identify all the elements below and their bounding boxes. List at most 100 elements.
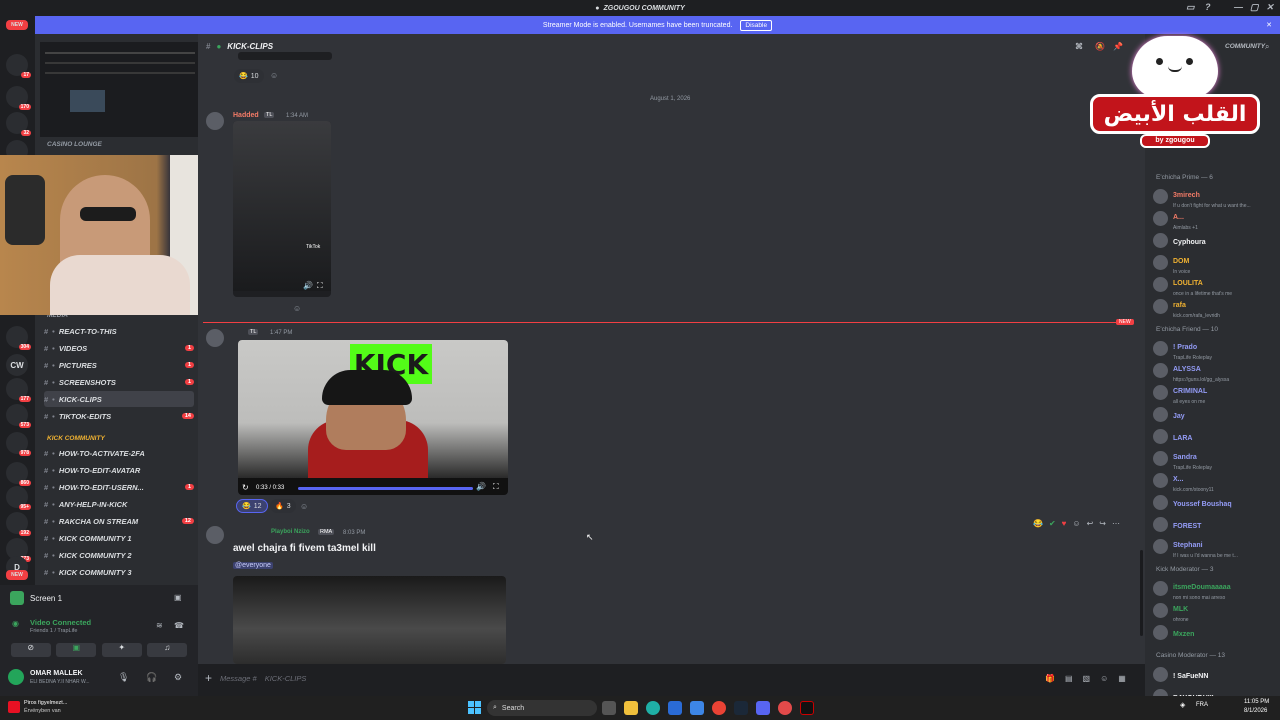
member-item[interactable]: LOULITA once in a lifetime that's me — [1153, 274, 1278, 297]
channel-item[interactable]: # • SCREENSHOTS 1 — [44, 374, 194, 390]
language-indicator[interactable]: FRA — [1196, 702, 1208, 708]
server-icon[interactable]: 573 — [6, 404, 31, 428]
reply-icon[interactable]: ↩ — [1087, 519, 1094, 528]
headset-icon[interactable]: 🎧 — [146, 672, 157, 683]
reaction-pill[interactable]: 😂 12 — [236, 499, 268, 513]
add-attachment-icon[interactable]: + — [205, 671, 212, 685]
discord-taskbar-icon[interactable] — [756, 701, 770, 715]
server-icon[interactable]: 304 — [6, 326, 31, 350]
message-author[interactable]: Playboi Nzizo — [271, 529, 310, 535]
server-icon[interactable]: 170 — [6, 86, 31, 110]
avatar[interactable] — [206, 526, 224, 544]
edge-icon[interactable] — [646, 701, 660, 715]
check-reaction-icon[interactable]: ✔ — [1049, 519, 1056, 528]
channel-item[interactable]: # • HOW-TO-EDIT-AVATAR — [44, 462, 194, 478]
server-icon[interactable]: 95+ — [6, 486, 31, 510]
member-item[interactable]: rafa kick.com/rafa_levridh — [1153, 296, 1278, 319]
avatar[interactable] — [8, 669, 24, 685]
store-icon[interactable] — [668, 701, 682, 715]
member-item[interactable]: ALYSSA https://guns.lol/gg_alyssa — [1153, 360, 1278, 383]
tiktok-video[interactable]: TikTok 🔊 ⛶ — [233, 121, 331, 297]
channel-item[interactable]: # • PICTURES 1 — [44, 357, 194, 373]
member-item[interactable]: Stephani If I was u I'd wanna be me t... — [1153, 536, 1278, 559]
channel-item[interactable]: # • REACT-TO-THIS — [44, 323, 194, 339]
member-item[interactable]: 3mirech If u don't fight for what u want … — [1153, 186, 1278, 209]
channel-item[interactable]: # • ANY-HELP-IN-KICK — [44, 496, 194, 512]
member-item[interactable]: Youssef Boushaq — [1153, 492, 1278, 512]
add-reaction-icon[interactable]: ☺ — [293, 304, 301, 313]
channel-item[interactable]: # • KICK COMMUNITY 1 — [44, 530, 194, 546]
app-icon[interactable] — [778, 701, 792, 715]
avatar[interactable] — [206, 112, 224, 130]
avatar[interactable] — [206, 329, 224, 347]
member-item[interactable]: ! SaFueNN — [1153, 664, 1278, 684]
steam-icon[interactable] — [734, 701, 748, 715]
file-explorer-icon[interactable] — [624, 701, 638, 715]
member-item[interactable]: Jay — [1153, 404, 1278, 424]
mic-icon[interactable]: 🎙 — [118, 672, 129, 683]
server-icon[interactable]: 978 — [6, 432, 31, 456]
search-icon[interactable]: ⌕ — [1265, 42, 1269, 52]
task-view-icon[interactable] — [602, 701, 616, 715]
inbox-icon[interactable]: ▭ — [1186, 2, 1195, 13]
member-item[interactable]: MLK ohrone — [1153, 600, 1278, 623]
clock-time[interactable]: 11:05 PM — [1244, 699, 1269, 705]
forward-icon[interactable]: ↪ — [1099, 519, 1106, 528]
member-item[interactable]: Sandra TrapLife Roleplay — [1153, 448, 1278, 471]
reaction-pill[interactable]: 🔥 3 — [270, 499, 296, 513]
gift-icon[interactable]: 🎁 — [1045, 674, 1055, 683]
volume-icon[interactable]: 🔊 — [476, 482, 486, 491]
close-banner-icon[interactable]: ✕ — [1266, 21, 1272, 29]
camera-off-icon[interactable]: ⊘ — [10, 643, 51, 657]
member-item[interactable]: Cyphoura — [1153, 230, 1278, 250]
taskbar-search[interactable]: ⌕ Search — [487, 700, 597, 716]
channel-item[interactable]: # • VIDEOS 1 — [44, 340, 194, 356]
message-input[interactable]: + Message # KICK-CLIPS 🎁 ▤ ▧ ☺ ▦ — [205, 668, 1140, 688]
add-reaction-icon[interactable]: ☺ — [270, 71, 278, 80]
fullscreen-icon[interactable]: ⛶ — [493, 482, 499, 492]
reaction-laugh[interactable]: 😂 10 — [234, 69, 264, 83]
channel-item[interactable]: # • KICK-CLIPS — [44, 391, 194, 407]
screen-share-preview[interactable] — [40, 42, 198, 137]
member-item[interactable]: DOM In voice — [1153, 252, 1278, 275]
channel-item[interactable]: # • KICK COMMUNITY 3 — [44, 564, 194, 580]
disable-streamer-mode-button[interactable]: Disable — [740, 19, 773, 31]
member-item[interactable]: A... Aimlabs +1 — [1153, 208, 1278, 231]
everyone-mention[interactable]: @everyone — [233, 562, 273, 569]
server-icon[interactable]: 192 — [6, 512, 31, 536]
adobe-icon[interactable] — [800, 701, 814, 715]
channel-item[interactable]: # • TIKTOK-EDITS 14 — [44, 408, 194, 424]
noise-suppression-icon[interactable]: ≋ — [156, 621, 163, 630]
member-item[interactable]: ! Prado TrapLife Roleplay — [1153, 338, 1278, 361]
server-icon[interactable]: 177 — [6, 378, 31, 402]
voice-status[interactable]: Video Connected — [30, 618, 91, 627]
member-item[interactable]: X... kick.com/stoony11 — [1153, 470, 1278, 493]
mail-icon[interactable] — [690, 701, 704, 715]
wifi-icon[interactable]: ◈ — [1180, 701, 1185, 709]
maximize-button[interactable]: ▢ — [1250, 2, 1259, 13]
channel-item[interactable]: # • RAKCHA ON STREAM 12 — [44, 513, 194, 529]
server-icon[interactable]: 17 — [6, 54, 31, 78]
member-item[interactable]: FOREST — [1153, 514, 1278, 534]
member-item[interactable]: itsmeDoumaaaaa non mi sono mai arreso — [1153, 578, 1278, 601]
threads-icon[interactable]: ⌘ — [1075, 42, 1083, 51]
member-item[interactable]: Mxzen — [1153, 622, 1278, 642]
member-item[interactable]: BAYOUDHIII — [1153, 686, 1278, 696]
close-button[interactable]: ✕ — [1266, 2, 1274, 13]
server-icon[interactable]: 860 — [6, 462, 31, 486]
channel-item[interactable]: # • KICK COMMUNITY 2 — [44, 547, 194, 563]
soundboard-icon[interactable]: ♫ — [147, 643, 188, 657]
windows-start-icon[interactable] — [468, 701, 481, 714]
apps-icon[interactable]: ▦ — [1118, 674, 1126, 683]
minimize-button[interactable]: — — [1234, 2, 1243, 12]
more-icon[interactable]: ⋯ — [1112, 519, 1120, 528]
voice-channel[interactable]: Friends 1 / TrapLife — [30, 628, 77, 634]
volume-icon[interactable]: 🔊 — [303, 281, 313, 290]
category-casino-lounge[interactable]: CASINO LOUNGE — [47, 141, 102, 148]
channel-item[interactable]: # • HOW-TO-EDIT-USERN... 1 — [44, 479, 194, 495]
add-reaction-icon[interactable]: ☺ — [1072, 519, 1080, 528]
fullscreen-icon[interactable]: ⛶ — [317, 281, 323, 291]
member-item[interactable]: LARA — [1153, 426, 1278, 446]
emoji-icon[interactable]: ☺ — [1100, 674, 1108, 683]
category-kick-community[interactable]: KICK COMMUNITY — [47, 435, 105, 442]
